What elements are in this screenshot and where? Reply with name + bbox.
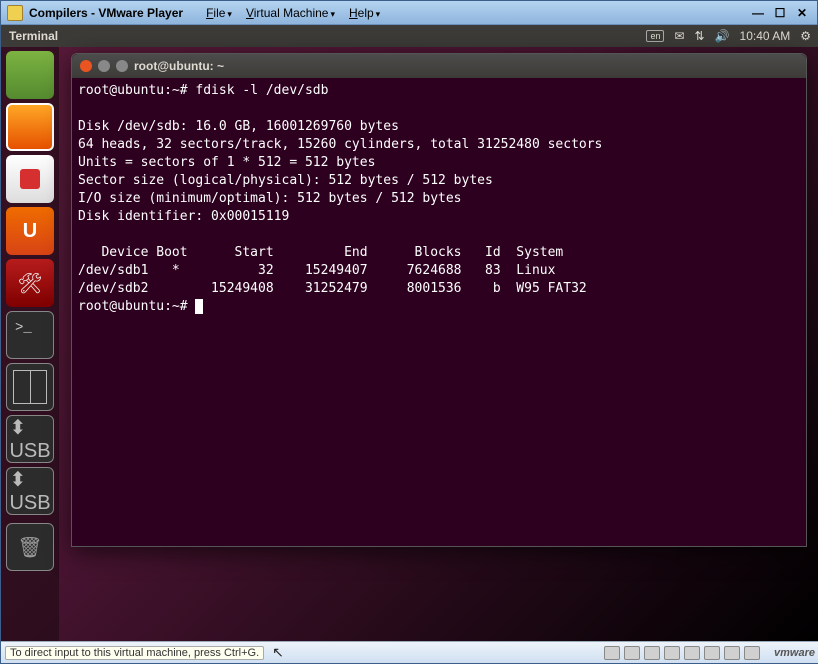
terminal-close-icon[interactable] <box>80 60 92 72</box>
close-button[interactable]: ✕ <box>793 6 811 20</box>
mouse-cursor-icon: ↖ <box>272 644 284 661</box>
launcher-software-center[interactable] <box>6 155 54 203</box>
vmware-player-window: Compilers - VMware Player File▾ Virtual … <box>0 0 818 664</box>
launcher-system-settings[interactable]: 🛠 <box>6 259 54 307</box>
launcher-terminal[interactable] <box>6 311 54 359</box>
terminal-title: root@ubuntu: ~ <box>134 59 224 73</box>
launcher-workspace-switcher[interactable] <box>6 363 54 411</box>
launcher-libreoffice-calc[interactable] <box>6 51 54 99</box>
terminal-titlebar[interactable]: root@ubuntu: ~ <box>72 54 806 78</box>
network-icon[interactable]: ⇅ <box>695 29 705 43</box>
fdisk-row-1: /dev/sdb1 * 32 15249407 7624688 83 Linux <box>78 263 555 278</box>
menu-file[interactable]: File▾ <box>203 5 235 21</box>
terminal-prompt: root@ubuntu:~# <box>78 83 195 98</box>
terminal-prompt: root@ubuntu:~# <box>78 299 195 314</box>
terminal-window[interactable]: root@ubuntu: ~ root@ubuntu:~# fdisk -l /… <box>71 53 807 547</box>
unity-launcher: U 🛠 ⬍USB ⬍USB 🗑 <box>1 47 59 643</box>
fdisk-units-line: Units = sectors of 1 * 512 = 512 bytes <box>78 155 375 170</box>
terminal-maximize-icon[interactable] <box>116 60 128 72</box>
fdisk-table-header: Device Boot Start End Blocks Id System <box>78 245 563 260</box>
device-printer-icon[interactable] <box>724 646 740 660</box>
volume-icon[interactable]: 🔊 <box>715 29 730 43</box>
device-hdd-icon[interactable] <box>604 646 620 660</box>
session-gear-icon[interactable]: ⚙ <box>800 29 811 43</box>
vmware-input-hint: To direct input to this virtual machine,… <box>5 646 264 660</box>
fdisk-disk-line: Disk /dev/sdb: 16.0 GB, 16001269760 byte… <box>78 119 399 134</box>
keyboard-layout-indicator[interactable]: en <box>646 30 664 42</box>
minimize-button[interactable]: — <box>749 6 767 20</box>
fdisk-row-2: /dev/sdb2 15249408 31252479 8001536 b W9… <box>78 281 587 296</box>
launcher-trash[interactable]: 🗑 <box>6 523 54 571</box>
device-floppy-icon[interactable] <box>644 646 660 660</box>
launcher-ubuntu-one[interactable]: U <box>6 207 54 255</box>
fdisk-geom-line: 64 heads, 32 sectors/track, 15260 cylind… <box>78 137 602 152</box>
vmware-brand: vmware <box>774 647 815 659</box>
active-app-title: Terminal <box>9 29 58 43</box>
device-sound-icon[interactable] <box>704 646 720 660</box>
launcher-usb-device-2[interactable]: ⬍USB <box>6 467 54 515</box>
ubuntu-top-panel: Terminal en ✉ ⇅ 🔊 10:40 AM ⚙ <box>1 25 818 47</box>
terminal-cursor <box>195 299 203 314</box>
launcher-usb-device-1[interactable]: ⬍USB <box>6 415 54 463</box>
menu-help[interactable]: Help▾ <box>346 5 383 21</box>
device-network-icon[interactable] <box>664 646 680 660</box>
terminal-command: fdisk -l /dev/sdb <box>195 83 328 98</box>
device-cd-icon[interactable] <box>624 646 640 660</box>
terminal-minimize-icon[interactable] <box>98 60 110 72</box>
guest-desktop[interactable]: Terminal en ✉ ⇅ 🔊 10:40 AM ⚙ U 🛠 ⬍USB ⬍U… <box>1 25 818 643</box>
vmware-icon <box>7 5 23 21</box>
fdisk-sector-line: Sector size (logical/physical): 512 byte… <box>78 173 493 188</box>
device-display-icon[interactable] <box>744 646 760 660</box>
device-usb-icon[interactable] <box>684 646 700 660</box>
mail-icon[interactable]: ✉ <box>674 29 684 43</box>
maximize-button[interactable]: ☐ <box>771 6 789 20</box>
vmware-status-bar: To direct input to this virtual machine,… <box>1 641 818 663</box>
clock[interactable]: 10:40 AM <box>740 29 791 43</box>
terminal-content[interactable]: root@ubuntu:~# fdisk -l /dev/sdb Disk /d… <box>72 78 806 546</box>
fdisk-identifier-line: Disk identifier: 0x00015119 <box>78 209 289 224</box>
menu-virtual-machine[interactable]: Virtual Machine▾ <box>243 5 338 21</box>
vmware-device-tray: vmware <box>604 646 815 660</box>
vmware-title: Compilers - VMware Player <box>29 6 183 20</box>
fdisk-io-line: I/O size (minimum/optimal): 512 bytes / … <box>78 191 462 206</box>
launcher-libreoffice-impress[interactable] <box>6 103 54 151</box>
vmware-titlebar: Compilers - VMware Player File▾ Virtual … <box>1 1 817 25</box>
